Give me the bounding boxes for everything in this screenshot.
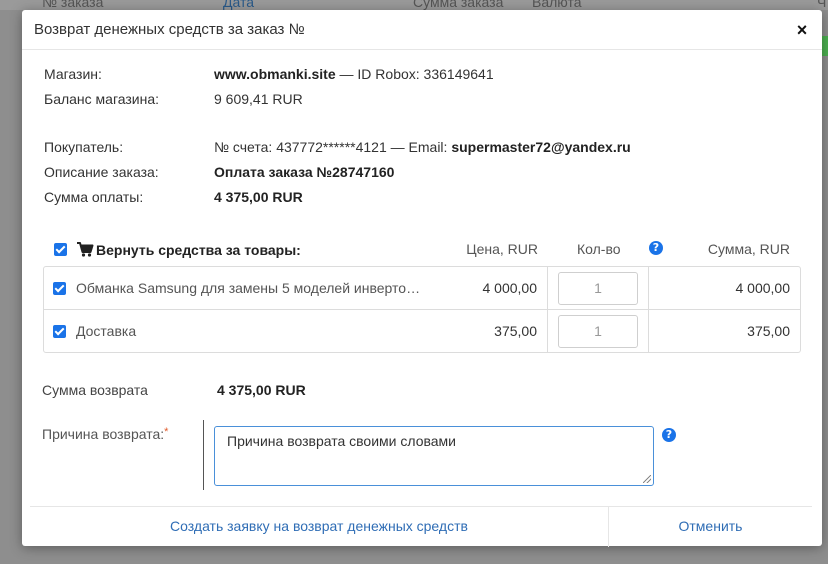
- email-prefix: — Email:: [386, 139, 452, 155]
- qty-help-icon[interactable]: ?: [649, 241, 663, 255]
- close-icon[interactable]: ×: [794, 21, 810, 39]
- buyer-label: Покупатель:: [44, 139, 124, 155]
- description-value: Оплата заказа №28747160: [214, 164, 394, 180]
- shop-robox-id: 336149641: [423, 66, 494, 82]
- qty-input[interactable]: 1: [558, 315, 638, 348]
- balance-label: Баланс магазина:: [44, 91, 160, 107]
- background-status-badge: [822, 36, 828, 56]
- reason-label: Причина возврата:*: [42, 426, 168, 442]
- col-price-header: Цена, RUR: [466, 241, 538, 257]
- reason-divider: [203, 420, 204, 490]
- bg-col-currency: Валюта: [532, 0, 582, 10]
- cart-icon: [77, 242, 94, 257]
- shop-name: www.obmanki.site: [214, 66, 336, 82]
- table-row: Обманка Samsung для замены 5 моделей инв…: [44, 267, 800, 310]
- column-divider: [547, 267, 548, 309]
- select-all-checkbox[interactable]: [54, 243, 67, 256]
- shop-label: Магазин:: [44, 66, 102, 82]
- item-checkbox[interactable]: [53, 325, 66, 338]
- cancel-button[interactable]: Отменить: [609, 507, 812, 547]
- bg-col-amount: Сумма заказа: [413, 0, 504, 10]
- account-prefix: № счета:: [214, 139, 277, 155]
- refund-sum-value: 4 375,00 RUR: [217, 382, 306, 398]
- bg-col-extra: Ч: [817, 0, 827, 10]
- bg-col-date: Дата: [223, 0, 255, 10]
- resize-handle-icon[interactable]: [643, 475, 651, 483]
- col-sum-header: Сумма, RUR: [707, 241, 790, 257]
- refund-sum-text: 4 375,00 RUR: [217, 382, 306, 398]
- goods-header: Вернуть средства за товары: Цена, RUR Ко…: [54, 240, 800, 260]
- item-price: 4 000,00: [482, 280, 538, 296]
- column-divider: [547, 310, 548, 353]
- payment-text: 4 375,00 RUR: [214, 189, 303, 205]
- payment-value: 4 375,00 RUR: [214, 189, 303, 205]
- table-row: Доставка 375,00 1 375,00: [44, 310, 800, 353]
- reason-help-icon[interactable]: ?: [662, 428, 676, 442]
- reason-text: Причина возврата своими словами: [227, 433, 456, 449]
- description-label: Описание заказа:: [44, 164, 159, 180]
- create-refund-button[interactable]: Создать заявку на возврат денежных средс…: [30, 507, 608, 547]
- modal-title: Возврат денежных средств за заказ №: [34, 21, 305, 38]
- column-divider: [648, 310, 649, 353]
- reason-textarea[interactable]: Причина возврата своими словами: [214, 426, 654, 486]
- payment-label: Сумма оплаты:: [44, 189, 144, 205]
- background-table-header: № заказа Дата Сумма заказа Валюта Ч: [0, 0, 828, 10]
- refund-sum-label: Сумма возврата: [42, 382, 148, 398]
- item-sum: 375,00: [747, 323, 790, 339]
- refund-modal: Возврат денежных средств за заказ № × Ма…: [22, 10, 822, 547]
- balance-value: 9 609,41 RUR: [214, 91, 303, 107]
- item-name: Доставка: [76, 323, 137, 339]
- item-sum: 4 000,00: [735, 280, 791, 296]
- qty-input[interactable]: 1: [558, 272, 638, 305]
- modal-footer: Создать заявку на возврат денежных средс…: [30, 506, 812, 547]
- shop-separator: — ID Robox:: [335, 66, 424, 82]
- item-price: 375,00: [494, 323, 537, 339]
- goods-table: Обманка Samsung для замены 5 моделей инв…: [43, 266, 801, 353]
- reason-label-text: Причина возврата:: [42, 426, 165, 442]
- goods-title: Вернуть средства за товары:: [96, 242, 301, 258]
- buyer-email: supermaster72@yandex.ru: [451, 139, 631, 155]
- shop-value: www.obmanki.site — ID Robox: 336149641: [214, 66, 494, 82]
- column-divider: [648, 267, 649, 309]
- description-text: Оплата заказа №28747160: [214, 164, 395, 180]
- required-mark: *: [164, 426, 169, 438]
- bg-col-order: № заказа: [42, 0, 104, 10]
- item-checkbox[interactable]: [53, 282, 66, 295]
- account-number: 437772******4121: [276, 139, 387, 155]
- item-name: Обманка Samsung для замены 5 моделей инв…: [76, 280, 421, 296]
- col-qty-header: Кол-во: [577, 241, 621, 257]
- modal-header: Возврат денежных средств за заказ № ×: [22, 10, 822, 50]
- buyer-value: № счета: 437772******4121 — Email: super…: [214, 139, 631, 155]
